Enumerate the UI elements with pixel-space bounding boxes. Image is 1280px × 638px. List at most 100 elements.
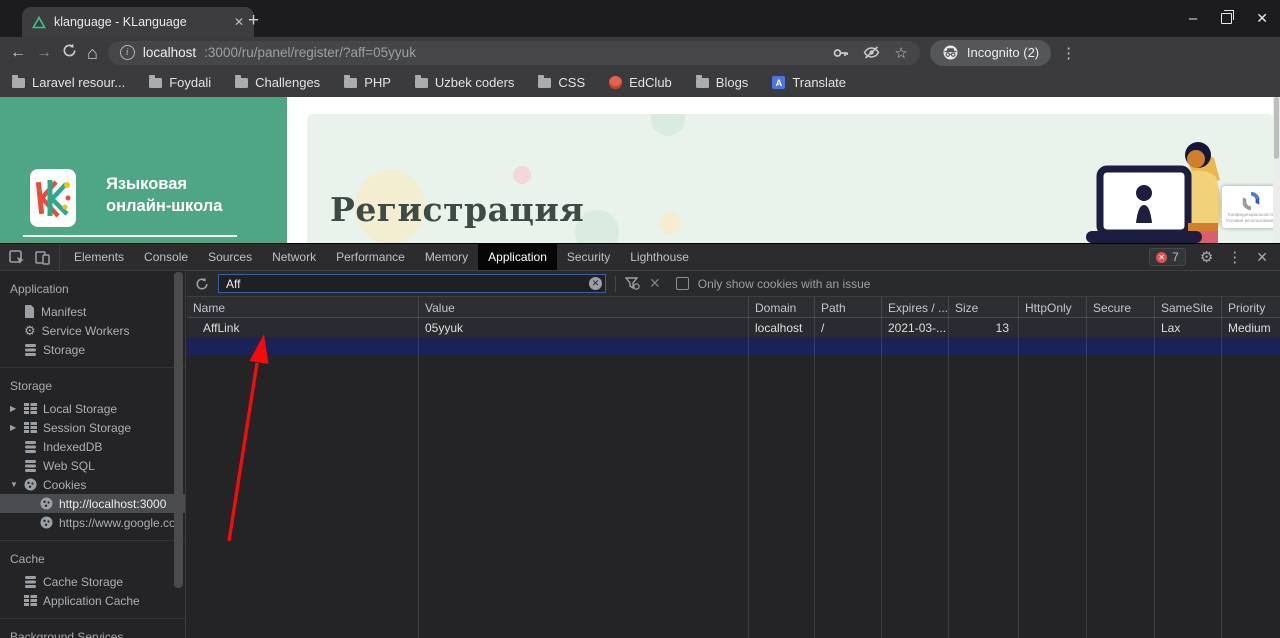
sidebar-item-indexeddb[interactable]: IndexedDB (0, 437, 185, 456)
reload-button[interactable] (62, 43, 77, 62)
cookie-cell[interactable]: / (815, 318, 881, 337)
column-domain: Domain localhost (749, 297, 815, 638)
incognito-badge[interactable]: Incognito (2) (929, 39, 1052, 66)
issue-filter-label[interactable]: Only show cookies with an issue (698, 277, 871, 291)
klanguage-logo[interactable] (30, 169, 76, 227)
sidebar-item-storage[interactable]: Storage (0, 340, 185, 359)
disclosure-right-icon[interactable]: ▶ (10, 404, 18, 413)
devtools-tab-network[interactable]: Network (262, 244, 326, 270)
devtools-tab-elements[interactable]: Elements (64, 244, 134, 270)
tab-title: klanguage - KLanguage (54, 15, 187, 29)
column-header[interactable]: Secure (1087, 297, 1154, 318)
tab-close-icon[interactable]: ✕ (234, 15, 244, 29)
cookie-cell[interactable] (1087, 318, 1154, 337)
devtools-tab-sources[interactable]: Sources (198, 244, 262, 270)
bookmark-star-icon[interactable]: ☆ (894, 44, 907, 62)
minimize-button[interactable]: – (1189, 10, 1197, 27)
bookmark-translate[interactable]: A Translate (772, 75, 846, 90)
cookie-cell[interactable] (1019, 318, 1086, 337)
web-page: Регистрация Конфиденциальность Условия и… (0, 97, 1280, 243)
column-header[interactable]: Domain (749, 297, 814, 318)
bookmark-foydali[interactable]: Foydali (149, 74, 211, 90)
cookie-cell[interactable]: localhost (749, 318, 814, 337)
cookie-cell[interactable]: AffLink (187, 318, 418, 337)
devtools-close-icon[interactable]: ✕ (1256, 249, 1268, 266)
column-header[interactable]: Path (815, 297, 881, 318)
bookmark-edclub[interactable]: EdClub (609, 75, 672, 90)
bookmark-blogs[interactable]: Blogs (695, 74, 748, 90)
disclosure-right-icon[interactable]: ▶ (10, 423, 18, 432)
sidebar-item-application-cache[interactable]: Application Cache (0, 591, 185, 610)
cookie-cell[interactable]: 2021-03-... (882, 318, 948, 337)
sidebar-item-https-www-google-cor[interactable]: https://www.google.cor (0, 513, 185, 532)
column-path: Path / (815, 297, 882, 638)
column-header[interactable]: HttpOnly (1019, 297, 1086, 318)
devtools-tab-application[interactable]: Application (478, 244, 557, 270)
cookie-cell[interactable]: Lax (1155, 318, 1221, 337)
clear-filter-icon[interactable]: ✕ (589, 277, 602, 290)
devtools-settings-icon[interactable]: ⚙ (1200, 248, 1213, 266)
bookmark-laravel-resour[interactable]: Laravel resour... (12, 74, 125, 90)
restore-button[interactable] (1221, 10, 1235, 24)
page-info-icon[interactable]: i (119, 45, 135, 60)
new-tab-button[interactable]: + (248, 8, 259, 34)
inspect-element-icon[interactable] (9, 249, 25, 265)
eye-off-icon[interactable] (863, 46, 880, 59)
bookmark-challenges[interactable]: Challenges (235, 74, 320, 90)
home-button[interactable]: ⌂ (87, 44, 98, 62)
url-bar[interactable]: i localhost :3000/ru/panel/register/?aff… (107, 40, 920, 65)
column-header[interactable]: Name (187, 297, 418, 318)
sidebar-item-service-workers[interactable]: ⚙ Service Workers (0, 321, 185, 340)
column-header[interactable]: Priority (1222, 297, 1280, 318)
sidebar-item-session-storage[interactable]: ▶ Session Storage (0, 418, 185, 437)
bookmark-php[interactable]: PHP (344, 74, 391, 90)
devtools-tab-performance[interactable]: Performance (326, 244, 415, 270)
sidebar-item-cookies[interactable]: ▼ Cookies (0, 475, 185, 494)
cookie-cell[interactable]: Medium (1222, 318, 1280, 337)
cookies-panel: ✕ ✕ Only show cookies with an issue Name… (187, 271, 1280, 638)
devtools-tab-security[interactable]: Security (557, 244, 620, 270)
page-scrollbar[interactable] (1273, 97, 1280, 243)
refresh-cookies-icon[interactable] (195, 277, 209, 291)
disclosure-down-icon[interactable]: ▼ (10, 480, 18, 489)
sidebar-item-manifest[interactable]: Manifest (0, 302, 185, 321)
column-header[interactable]: Size (949, 297, 1018, 318)
key-icon[interactable] (833, 47, 849, 59)
recaptcha-terms[interactable]: Условия использования (1226, 218, 1276, 223)
recaptcha-privacy[interactable]: Конфиденциальность (1228, 212, 1274, 217)
cookie-filter-input[interactable] (218, 274, 606, 293)
browser-tab[interactable]: klanguage - KLanguage ✕ (22, 7, 254, 37)
sidebar-item-label: IndexedDB (43, 439, 103, 454)
folder-icon (149, 74, 163, 88)
device-toolbar-icon[interactable] (35, 250, 50, 265)
issue-filter-checkbox[interactable] (675, 277, 689, 290)
cookie-filter: ✕ (218, 274, 606, 293)
devtools-tab-memory[interactable]: Memory (415, 244, 478, 270)
sidebar-scrollbar[interactable] (174, 272, 183, 588)
sidebar-item-local-storage[interactable]: ▶ Local Storage (0, 399, 185, 418)
sidebar-item-http-localhost-3000[interactable]: http://localhost:3000 (0, 494, 185, 513)
error-badge[interactable]: ✕ 7 (1149, 248, 1186, 266)
back-button[interactable]: ← (10, 44, 26, 61)
forward-button[interactable]: → (36, 44, 52, 61)
cookie-cell[interactable]: 13 (949, 318, 1018, 337)
bookmark-css[interactable]: CSS (538, 74, 585, 90)
sidebar-item-cache-storage[interactable]: Cache Storage (0, 572, 185, 591)
browser-menu-icon[interactable]: ⋮ (1061, 44, 1076, 62)
database-icon (24, 575, 37, 588)
column-header[interactable]: Expires / ... (882, 297, 948, 318)
close-window-button[interactable]: ✕ (1256, 10, 1268, 27)
bookmark-uzbek-coders[interactable]: Uzbek coders (414, 74, 514, 90)
sidebar-item-label: Service Workers (41, 323, 130, 338)
column-header[interactable]: SameSite (1155, 297, 1221, 318)
delete-cookies-icon[interactable]: ✕ (649, 275, 661, 292)
devtools-menu-icon[interactable]: ⋮ (1227, 248, 1242, 266)
sidebar-item-web-sql[interactable]: Web SQL (0, 456, 185, 475)
devtools-tab-console[interactable]: Console (134, 244, 198, 270)
recaptcha-badge[interactable]: Конфиденциальность Условия использования (1222, 186, 1280, 228)
devtools-tab-lighthouse[interactable]: Lighthouse (620, 244, 699, 270)
cookie-cell[interactable]: 05yyuk (419, 318, 748, 337)
column-name: Name AffLink (187, 297, 419, 638)
column-header[interactable]: Value (419, 297, 748, 318)
filter-funnel-icon[interactable] (625, 277, 640, 290)
